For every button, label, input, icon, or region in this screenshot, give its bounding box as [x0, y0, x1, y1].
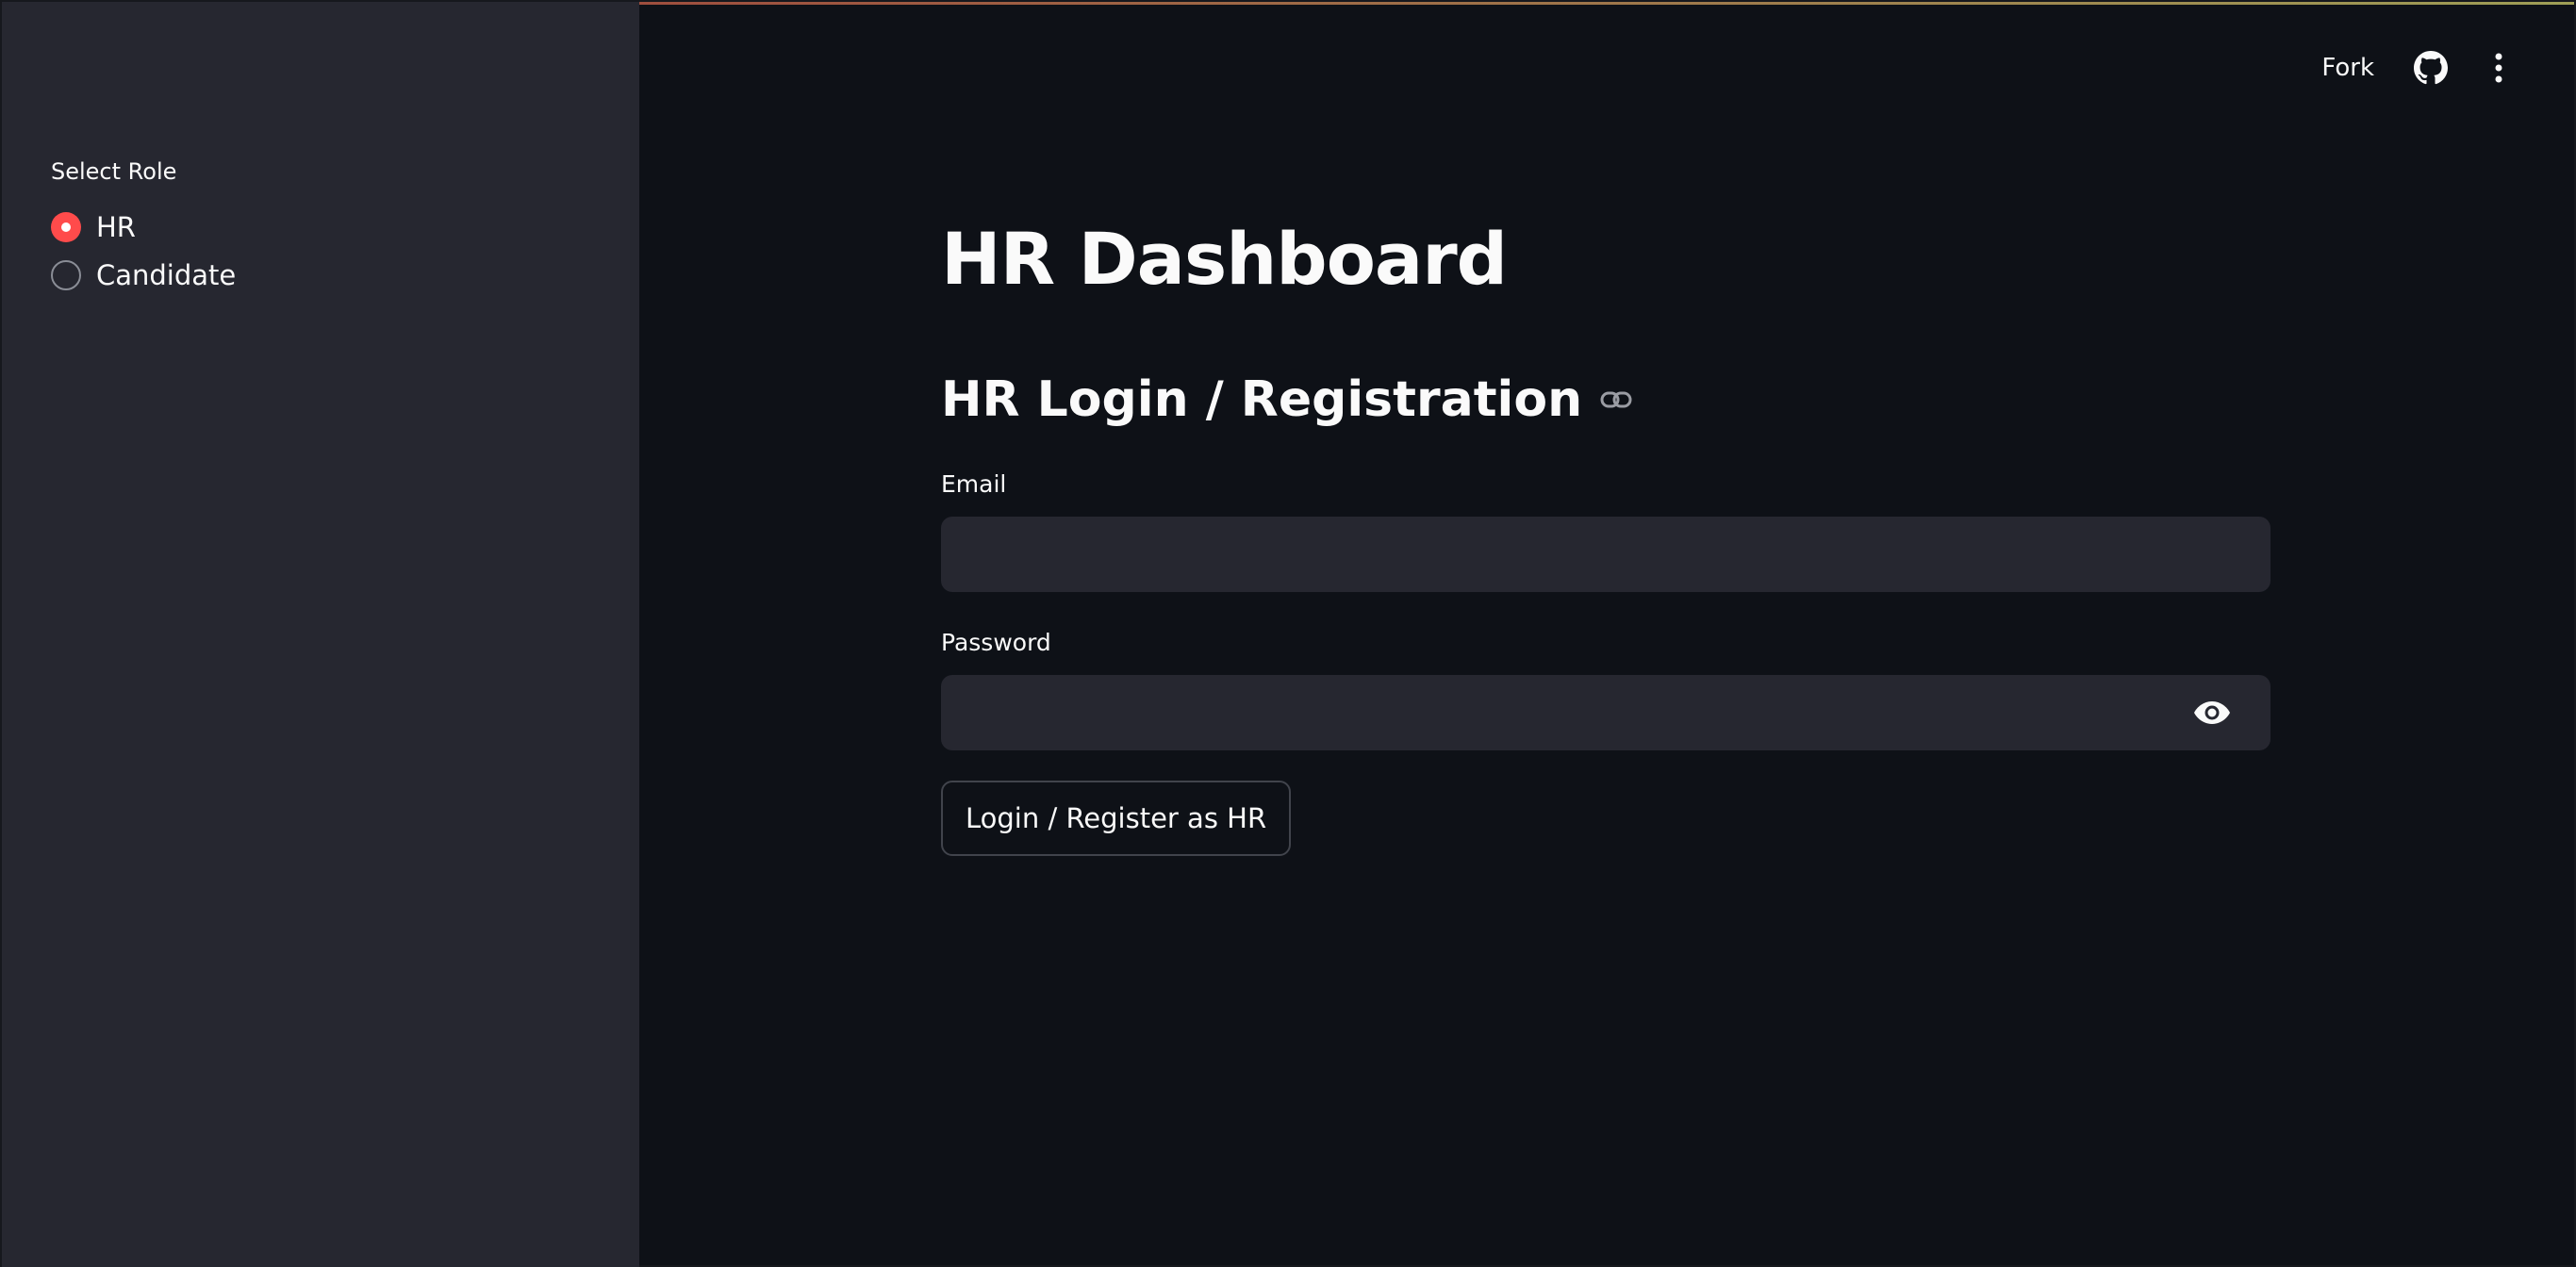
header-toolbar: Fork [2321, 49, 2518, 87]
link-icon[interactable] [1599, 383, 1633, 417]
section-header: HR Login / Registration [941, 371, 1633, 428]
radio-checked-icon[interactable] [51, 212, 81, 242]
role-select-label: Select Role [51, 158, 177, 185]
role-option-hr[interactable]: HR [51, 211, 136, 243]
app-window: Select Role HR Candidate Fork HR Dashboa… [0, 0, 2576, 1267]
radio-unchecked-icon[interactable] [51, 260, 81, 290]
email-field[interactable] [941, 517, 2271, 592]
section-title: HR Login / Registration [941, 371, 1583, 428]
email-label: Email [941, 470, 1007, 498]
password-label: Password [941, 629, 1051, 656]
role-option-label: HR [96, 211, 136, 243]
password-field[interactable] [941, 675, 2271, 750]
fork-link[interactable]: Fork [2321, 54, 2374, 82]
role-option-candidate[interactable]: Candidate [51, 259, 236, 291]
login-register-button[interactable]: Login / Register as HR [941, 781, 1292, 856]
github-icon[interactable] [2412, 49, 2450, 87]
eye-icon[interactable] [2191, 694, 2233, 732]
password-field-wrapper [941, 675, 2271, 750]
role-option-label: Candidate [96, 259, 237, 291]
sidebar: Select Role HR Candidate [2, 2, 639, 1267]
page-title: HR Dashboard [941, 217, 1508, 301]
kebab-menu-icon[interactable] [2480, 49, 2518, 87]
